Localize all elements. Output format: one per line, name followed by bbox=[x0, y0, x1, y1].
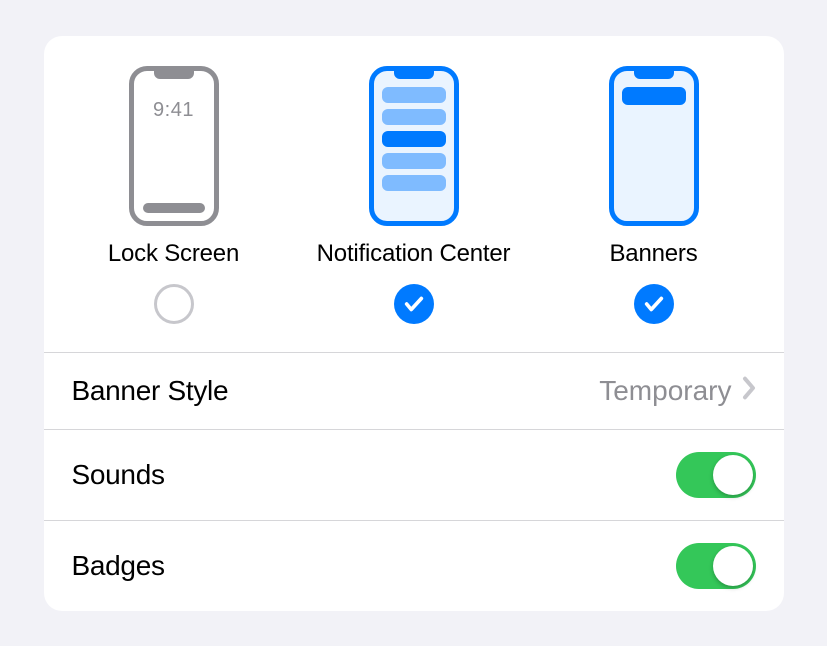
row-label-sounds: Sounds bbox=[72, 459, 165, 491]
row-banner-style[interactable]: Banner Style Temporary bbox=[44, 353, 784, 430]
row-label-banner-style: Banner Style bbox=[72, 375, 229, 407]
chevron-right-icon bbox=[742, 376, 756, 405]
alert-style-row: 9:41 Lock Screen Notification Center bbox=[44, 36, 784, 353]
alert-option-banners[interactable]: Banners bbox=[544, 66, 764, 324]
row-sounds: Sounds bbox=[44, 430, 784, 521]
toggle-knob-icon bbox=[713, 455, 753, 495]
alert-label-lock-screen: Lock Screen bbox=[108, 240, 239, 268]
lock-screen-icon: 9:41 bbox=[129, 66, 219, 226]
alert-option-notification-center[interactable]: Notification Center bbox=[304, 66, 524, 324]
toggle-knob-icon bbox=[713, 546, 753, 586]
phone-notch-icon bbox=[394, 71, 434, 79]
row-value-banner-style: Temporary bbox=[599, 375, 731, 407]
phone-notch-icon bbox=[634, 71, 674, 79]
alert-label-banners: Banners bbox=[610, 240, 698, 268]
row-label-badges: Badges bbox=[72, 550, 165, 582]
banner-bar-icon bbox=[622, 87, 686, 105]
toggle-badges[interactable] bbox=[676, 543, 756, 589]
alert-label-notification-center: Notification Center bbox=[317, 240, 511, 268]
notification-settings-card: 9:41 Lock Screen Notification Center bbox=[44, 36, 784, 611]
checkmark-lock-screen[interactable] bbox=[154, 284, 194, 324]
checkmark-notification-center[interactable] bbox=[394, 284, 434, 324]
home-indicator-icon bbox=[143, 203, 205, 213]
alert-option-lock-screen[interactable]: 9:41 Lock Screen bbox=[64, 66, 284, 324]
checkmark-banners[interactable] bbox=[634, 284, 674, 324]
row-badges: Badges bbox=[44, 521, 784, 611]
phone-notch-icon bbox=[154, 71, 194, 79]
check-icon bbox=[643, 293, 665, 315]
banners-icon bbox=[609, 66, 699, 226]
toggle-sounds[interactable] bbox=[676, 452, 756, 498]
notification-stack-icon bbox=[374, 87, 454, 191]
check-icon bbox=[403, 293, 425, 315]
lock-screen-time: 9:41 bbox=[153, 99, 194, 122]
notification-center-icon bbox=[369, 66, 459, 226]
